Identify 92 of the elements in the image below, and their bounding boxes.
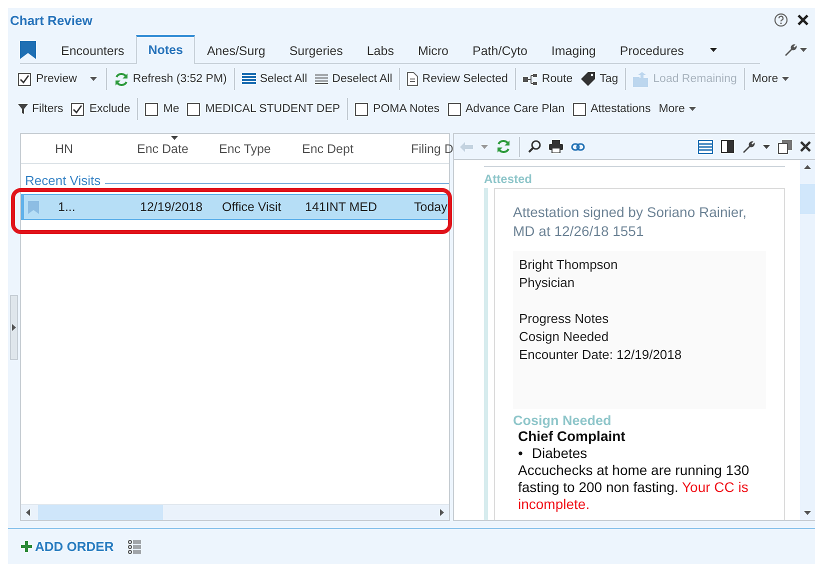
layout-icon[interactable]: [698, 140, 713, 154]
tab[interactable]: Anes/Surg: [194, 37, 278, 64]
column-header[interactable]: HN: [55, 142, 137, 156]
toolbar-button[interactable]: Tag: [576, 68, 622, 90]
add-order-button[interactable]: ADD ORDER: [21, 539, 114, 554]
checkbox[interactable]: [448, 102, 461, 116]
toolbar-button[interactable]: Refresh (3:52 PM): [110, 68, 231, 90]
document-icon: [407, 72, 418, 86]
table-cell-text: 141INT MED: [305, 200, 378, 214]
refresh-icon[interactable]: [496, 139, 511, 154]
caret-icon[interactable]: [763, 144, 770, 148]
tab[interactable]: Surgeries: [277, 37, 355, 64]
checkbox[interactable]: [355, 102, 368, 116]
tab[interactable]: Path/Cyto: [460, 37, 540, 64]
tab[interactable]: Micro: [406, 37, 461, 64]
checkbox[interactable]: [18, 72, 31, 86]
tab[interactable]: Labs: [354, 37, 406, 64]
column-header[interactable]: Filing D: [411, 142, 454, 156]
toolbar-button[interactable]: Review Selected: [403, 68, 512, 90]
table-cell-text: 1...: [58, 200, 76, 214]
table-cell-text: 12/19/2018: [140, 200, 204, 214]
column-header[interactable]: Enc Dept: [302, 142, 411, 156]
checkbox-label[interactable]: Me: [163, 103, 180, 115]
wrench-icon[interactable]: [784, 43, 797, 56]
search-icon[interactable]: [528, 140, 541, 153]
list-icon: [315, 74, 328, 84]
plus-icon: [21, 541, 32, 552]
note-header-line: Bright Thompson: [519, 256, 619, 274]
folder-icon: [633, 72, 650, 86]
funnel-icon: [18, 104, 28, 114]
tag-icon: [580, 72, 596, 86]
tab[interactable]: Notes: [136, 35, 195, 64]
split-icon[interactable]: [721, 140, 734, 153]
column-header[interactable]: Enc Type: [219, 142, 302, 156]
column-header[interactable]: Enc Date: [137, 142, 219, 156]
more-menu-button[interactable]: More: [654, 98, 700, 120]
wrench-icon[interactable]: [742, 140, 755, 153]
caret-icon[interactable]: [800, 48, 807, 52]
caret-icon[interactable]: [90, 77, 97, 81]
caret-icon[interactable]: [688, 107, 696, 111]
checkbox[interactable]: [187, 102, 200, 116]
copy-icon[interactable]: [778, 140, 792, 154]
section-label: Cosign Needed: [513, 413, 612, 428]
window-title: Chart Review: [10, 12, 94, 28]
caret-icon[interactable]: [12, 324, 16, 330]
checkbox-label[interactable]: Preview: [36, 73, 77, 85]
tab[interactable]: Encounters: [49, 37, 136, 64]
checkbox-label[interactable]: MEDICAL STUDENT DEP: [205, 103, 340, 115]
bullet-text: Diabetes: [532, 445, 588, 462]
tab[interactable]: Imaging: [539, 37, 608, 64]
checkbox-label[interactable]: POMA Notes: [373, 103, 440, 115]
checkbox-label[interactable]: Advance Care Plan: [466, 103, 565, 115]
checkbox[interactable]: [71, 102, 84, 116]
bookmark-icon[interactable]: [20, 41, 36, 59]
close-icon[interactable]: [800, 141, 811, 152]
table-cell: Today: [414, 200, 448, 214]
caret-icon[interactable]: [782, 77, 790, 81]
print-icon[interactable]: [549, 140, 563, 153]
help-icon[interactable]: [774, 13, 788, 27]
section-heading: Chief Complaint: [518, 428, 626, 445]
toolbar-button[interactable]: Select All: [238, 68, 312, 90]
close-icon[interactable]: [797, 14, 809, 26]
toolbar-button[interactable]: Route: [518, 68, 577, 90]
bullet: •: [518, 445, 523, 462]
status-label: Attested: [484, 172, 534, 186]
collapse-handle[interactable]: [10, 294, 18, 360]
attestation-text: Attestation signed by Soriano Rainier, MD at 12/26/18 1551: [513, 203, 748, 241]
checkbox[interactable]: [145, 102, 158, 116]
note-header-line: Progress Notes: [519, 310, 610, 328]
filters-button[interactable]: Filters: [14, 98, 68, 120]
refresh-icon: [114, 72, 129, 86]
checkbox-label[interactable]: Attestations: [590, 103, 651, 115]
link-icon[interactable]: [571, 142, 585, 150]
checkbox-label[interactable]: Exclude: [89, 103, 130, 115]
scrollbar-thumb[interactable]: [800, 184, 815, 214]
group-heading: Recent Visits: [25, 172, 101, 188]
toolbar-button[interactable]: Deselect All: [311, 68, 396, 90]
note-paragraph: Accuchecks at home are running 130 fasting to 200 non fasting. Your CC is incomplete.: [518, 462, 750, 513]
list-icon[interactable]: [128, 540, 141, 554]
more-menu-button[interactable]: More: [748, 68, 794, 90]
tab[interactable]: Procedures: [608, 37, 696, 64]
table-row[interactable]: 1... 12/19/2018 Office Visit 141INT MED Today: [21, 194, 449, 220]
note-header-line: Physician: [519, 274, 576, 292]
checkbox[interactable]: [572, 102, 586, 116]
note-header-line: Encounter Date: 12/19/2018: [519, 346, 683, 364]
table-cell-text: Office Visit: [222, 200, 282, 214]
sort-icon: [171, 136, 178, 140]
note-header-line: Cosign Needed: [519, 328, 610, 346]
caret-icon[interactable]: [710, 48, 717, 52]
list-icon: [242, 73, 256, 85]
scrollbar-thumb[interactable]: [38, 505, 163, 520]
nodes-icon: [522, 74, 538, 84]
